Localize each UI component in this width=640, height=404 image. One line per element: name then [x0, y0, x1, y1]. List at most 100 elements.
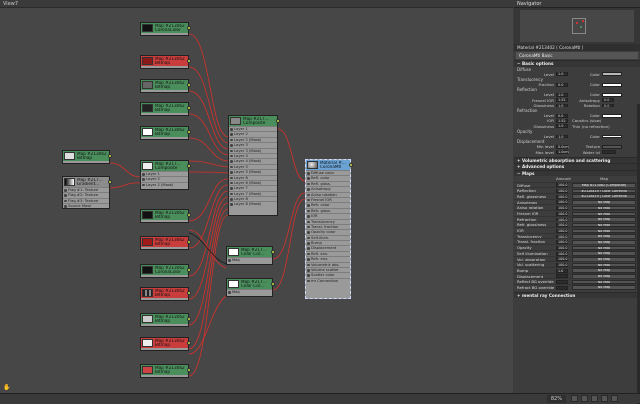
node-bitmap[interactable]: Map #213062 Bitmap: [140, 236, 191, 250]
output-socket[interactable]: [187, 213, 191, 217]
output-socket[interactable]: [187, 341, 191, 345]
node-bitmap[interactable]: Map #213062 Bitmap: [62, 150, 112, 164]
node-bitmap[interactable]: Map #213062 Bitmap: [140, 102, 191, 116]
anisotropy-spinner[interactable]: 0.0: [602, 98, 614, 103]
node-header[interactable]: Map #217... Composite: [229, 116, 277, 126]
displacement-texture-button[interactable]: [602, 145, 622, 149]
output-socket[interactable]: [187, 291, 191, 295]
navigator-viewport[interactable]: [520, 10, 634, 42]
input-slot[interactable]: Map: [227, 257, 272, 262]
zoom-level[interactable]: 82%: [546, 395, 566, 403]
map-slot-name[interactable]: Refract BG override: [517, 285, 557, 291]
reflection-level-spinner[interactable]: 1.0: [556, 93, 568, 97]
reflection-glossiness-spinner[interactable]: 1.0: [556, 103, 568, 108]
displacement-min-spinner[interactable]: 0.0cm: [556, 145, 569, 149]
node-bitmap[interactable]: Map #213062 Bitmap: [140, 287, 191, 301]
output-socket[interactable]: [187, 164, 191, 168]
output-socket[interactable]: [276, 119, 280, 123]
layout-icon[interactable]: [611, 395, 618, 402]
output-socket[interactable]: [108, 154, 112, 158]
input-slot[interactable]: Layer 2 (Mask): [141, 181, 188, 187]
node-header[interactable]: Map #213062 Bitmap: [141, 314, 188, 324]
input-slot[interactable]: mr Connection: [306, 277, 350, 283]
node-material[interactable]: Material #... CoronaMtl Diffuse color Ref…: [305, 159, 353, 299]
material-parameter-panel: Material #213402 ( CoronaMtl ) CoronaMtl…: [514, 44, 640, 404]
label: Color: [589, 71, 600, 77]
refraction-level-spinner[interactable]: 0.0: [556, 113, 568, 118]
map-amount-spinner[interactable]: [556, 285, 568, 290]
node-header[interactable]: Map #213062 CoronaColor: [141, 23, 188, 33]
input-slot[interactable]: Layer 8 (Mask): [229, 201, 277, 206]
node-header[interactable]: Map #213062 Bitmap: [141, 127, 188, 137]
node-header[interactable]: Map #213062 Bitmap: [141, 365, 188, 375]
output-socket[interactable]: [187, 268, 191, 272]
label: Level: [543, 71, 554, 77]
node-header[interactable]: Map #213062 Bitmap: [141, 56, 188, 66]
frame-icon[interactable]: [591, 395, 598, 402]
node-header[interactable]: Map #213062 Bitmap: [141, 80, 188, 90]
refraction-color-swatch[interactable]: [602, 113, 622, 118]
thin-checkbox[interactable]: Thin (no refraction): [572, 124, 632, 129]
node-header[interactable]: Map #213062 Bitmap: [63, 151, 109, 161]
zoom-icon[interactable]: [571, 395, 578, 402]
node-corona-color[interactable]: Map #213062 CoronaColor: [140, 264, 191, 278]
node-header[interactable]: Map #217... Gradient...: [63, 177, 109, 187]
node-header[interactable]: Map #217... Color Cor...: [227, 247, 272, 257]
material-name-field[interactable]: CoronaMtl Basic: [516, 52, 638, 59]
node-color-correction[interactable]: Map #217... Color Cor... Map: [226, 278, 275, 297]
node-bitmap[interactable]: Map #213062 Bitmap: [140, 209, 191, 223]
output-socket[interactable]: [187, 317, 191, 321]
reflection-color-swatch[interactable]: [602, 93, 622, 97]
input-slot[interactable]: Source Mask: [63, 203, 109, 208]
fresnel-ior-spinner[interactable]: 1.52: [556, 98, 568, 103]
node-bitmap[interactable]: Map #213062 Bitmap: [140, 364, 191, 378]
output-socket[interactable]: [187, 240, 191, 244]
node-bitmap[interactable]: Map #213062 Bitmap: [140, 126, 191, 140]
node-header[interactable]: Map #213062 CoronaColor: [141, 265, 188, 275]
node-composite[interactable]: Map #217... Composite Layer 1 Layer 2 Lay…: [140, 160, 191, 190]
output-socket[interactable]: [187, 59, 191, 63]
node-header[interactable]: Map #217... Color Cor...: [227, 279, 272, 289]
node-bitmap[interactable]: Map #213062 Bitmap: [140, 55, 191, 69]
output-socket[interactable]: [187, 26, 191, 30]
node-bitmap[interactable]: Map #213062 Bitmap: [140, 337, 191, 351]
output-socket[interactable]: [187, 83, 191, 87]
node-color-correction[interactable]: Map #217... Color Cor... Map: [226, 246, 275, 265]
output-socket[interactable]: [349, 163, 353, 167]
node-gradient[interactable]: Map #217... Gradient... Flag #1: Texture …: [62, 176, 112, 209]
node-header[interactable]: Material #... CoronaMtl: [306, 160, 350, 170]
map-button[interactable]: No Map: [572, 285, 636, 291]
translucency-fraction-spinner[interactable]: 0.0: [556, 82, 568, 87]
ior-spinner[interactable]: 1.52: [556, 119, 568, 123]
node-header[interactable]: Map #213062 Bitmap: [141, 338, 188, 348]
diffuse-color-swatch[interactable]: [602, 72, 622, 77]
node-header[interactable]: Map #213062 Bitmap: [141, 288, 188, 298]
output-socket[interactable]: [187, 106, 191, 110]
output-socket[interactable]: [187, 130, 191, 134]
output-socket[interactable]: [108, 180, 112, 184]
node-header[interactable]: Map #213062 Bitmap: [141, 237, 188, 247]
opacity-color-swatch[interactable]: [602, 134, 622, 139]
node-bitmap[interactable]: Map #213062 Bitmap: [140, 79, 191, 93]
node-header[interactable]: Map #213062 Bitmap: [141, 103, 188, 113]
pan-icon[interactable]: [581, 395, 588, 402]
pan-hand-icon[interactable]: ✋: [3, 385, 10, 391]
node-header[interactable]: Map #213062 Bitmap: [141, 210, 188, 220]
diffuse-level-spinner[interactable]: 1.0: [556, 72, 568, 77]
translucency-color-swatch[interactable]: [602, 82, 622, 87]
node-corona-color[interactable]: Map #213062 CoronaColor: [140, 22, 191, 36]
displacement-max-spinner[interactable]: 1.0cm: [556, 150, 569, 154]
opacity-level-spinner[interactable]: 1.0: [556, 134, 568, 139]
output-socket[interactable]: [271, 250, 275, 254]
rollup-mental-ray[interactable]: + mental ray Connection: [514, 291, 640, 299]
node-bitmap[interactable]: Map #213062 Bitmap: [140, 313, 191, 327]
rotation-spinner[interactable]: 0.0: [602, 103, 614, 108]
output-socket[interactable]: [187, 368, 191, 372]
zoom-extents-icon[interactable]: [601, 395, 608, 402]
node-composite-main[interactable]: Map #217... Composite Layer 1 Layer 2 Lay…: [228, 115, 280, 216]
water-level-spinner[interactable]: [602, 150, 616, 154]
input-slot[interactable]: Map: [227, 289, 272, 294]
refraction-glossiness-spinner[interactable]: 1.0: [556, 124, 568, 129]
node-header[interactable]: Map #217... Composite: [141, 161, 188, 171]
output-socket[interactable]: [271, 282, 275, 286]
